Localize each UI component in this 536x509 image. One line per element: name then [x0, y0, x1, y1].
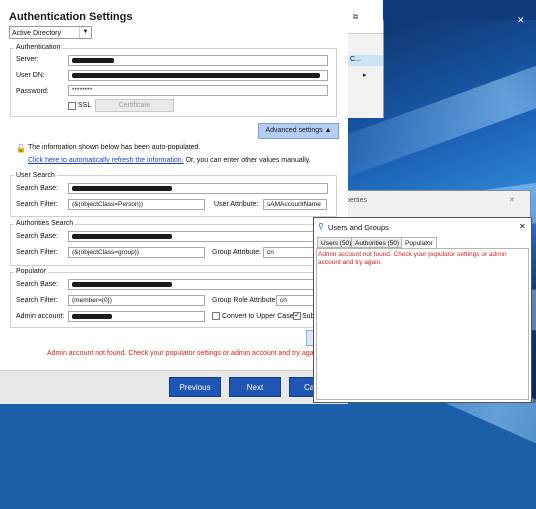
side-window-selected-item[interactable]: C...: [348, 55, 383, 66]
server-input[interactable]: [68, 55, 328, 66]
previous-button[interactable]: Previous: [169, 377, 221, 397]
populator-legend: Populator: [14, 268, 48, 275]
user-attribute-label: User Attribute:: [214, 201, 259, 208]
convert-upper-checkbox[interactable]: [212, 312, 220, 320]
manual-text: Or, you can enter other values manually.: [185, 157, 311, 164]
users-and-groups-window: ⚲ Users and Groups ✕ Users (50) Authorit…: [313, 217, 532, 403]
sub-checkbox[interactable]: ✓: [293, 312, 301, 320]
expand-arrow-icon[interactable]: ▸: [363, 71, 367, 79]
password-label: Password:: [16, 88, 49, 95]
authentication-legend: Authentication: [14, 44, 63, 51]
populator-error-message: Admin account not found. Check your popu…: [318, 251, 507, 266]
users-groups-title: Users and Groups: [328, 223, 389, 232]
restore-icon[interactable]: ⧉: [353, 14, 358, 22]
directory-type-value: Active Directory: [12, 30, 62, 37]
user-search-base-label: Search Base:: [16, 185, 59, 192]
properties-title: perties: [346, 197, 368, 204]
populator-search-base-label: Search Base:: [16, 281, 59, 288]
auto-populated-text: The information shown below has been aut…: [28, 144, 201, 151]
user-dn-label: User DN:: [16, 72, 45, 79]
desktop-window-close-icon[interactable]: ✕: [517, 15, 525, 26]
refresh-line: Click here to automatically refresh the …: [28, 157, 311, 164]
tab-users[interactable]: Users (50): [317, 237, 356, 248]
user-search-base-input[interactable]: [68, 183, 328, 194]
user-search-filter-input[interactable]: (&(objectClass=Person)): [68, 199, 205, 210]
chevron-down-icon: ▼: [79, 27, 91, 38]
password-input[interactable]: ********: [68, 85, 328, 96]
dialog-title: Authentication Settings: [9, 11, 133, 23]
user-search-legend: User Search: [14, 172, 57, 179]
ssl-label: SSL: [78, 102, 92, 109]
tab-authorities[interactable]: Authorities (50): [351, 237, 404, 248]
admin-account-label: Admin account:: [16, 313, 65, 320]
certificate-button[interactable]: Certificate: [95, 99, 174, 112]
properties-close-icon[interactable]: ✕: [509, 196, 515, 204]
ssl-checkbox[interactable]: [68, 102, 76, 110]
side-window-item-label: C...: [350, 56, 361, 63]
user-attribute-input[interactable]: sAMAccountName: [263, 199, 327, 210]
group-role-attribute-label: Group Role Attribute:: [212, 297, 278, 304]
users-groups-icon: ⚲: [318, 222, 324, 231]
advanced-settings-button[interactable]: Advanced settings ▲: [258, 123, 339, 139]
user-search-filter-label: Search Filter:: [16, 201, 58, 208]
user-dn-input[interactable]: [68, 70, 328, 81]
group-attribute-label: Group Attribute:: [212, 249, 262, 256]
authorities-search-filter-input[interactable]: (&(objectClass=group)): [68, 247, 205, 258]
user-search-group: [10, 175, 337, 217]
authorities-search-base-input[interactable]: [68, 231, 328, 242]
convert-upper-label: Convert to Upper Case: [222, 313, 294, 320]
populator-search-base-input[interactable]: [68, 279, 328, 290]
authorities-search-legend: Authorities Search: [14, 220, 76, 227]
authorities-search-base-label: Search Base:: [16, 233, 59, 240]
properties-window: perties ✕: [333, 190, 531, 220]
directory-type-select[interactable]: Active Directory ▼: [9, 26, 92, 39]
authentication-dialog: Authentication Settings Active Directory…: [0, 0, 348, 404]
refresh-link[interactable]: Click here to automatically refresh the …: [28, 157, 184, 164]
populator-search-filter-label: Search Filter:: [16, 297, 58, 304]
users-groups-close-icon[interactable]: ✕: [519, 222, 526, 231]
server-label: Server:: [16, 56, 39, 63]
lock-icon: 🔓: [16, 144, 26, 153]
next-button[interactable]: Next: [229, 377, 281, 397]
side-window-close-button[interactable]: ⧉ ✕: [353, 0, 536, 21]
admin-account-input[interactable]: [68, 311, 205, 322]
tab-panel: [316, 248, 529, 400]
populator-search-filter-input[interactable]: (member={0}): [68, 295, 205, 306]
error-message: Admin account not found. Check your popu…: [47, 350, 321, 357]
authorities-search-filter-label: Search Filter:: [16, 249, 58, 256]
